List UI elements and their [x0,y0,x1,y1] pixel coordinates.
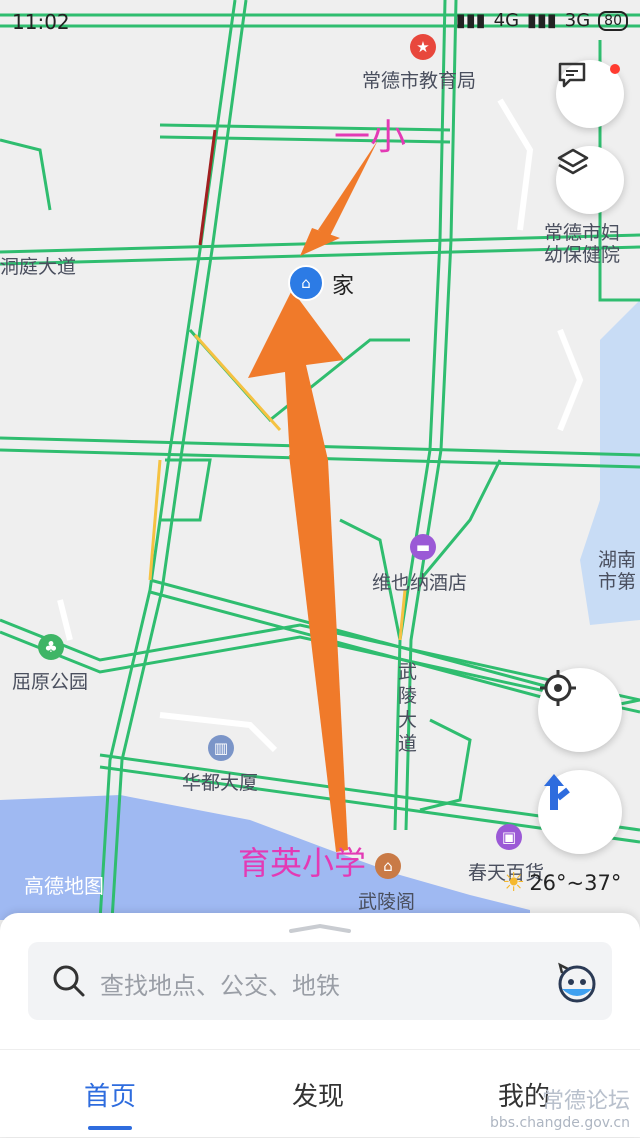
search-icon [53,965,85,997]
landmark-icon[interactable]: ⌂ [375,853,401,879]
chat-icon [558,62,586,88]
watermark-line2: bbs.changde.gov.cn [489,1115,630,1131]
notification-dot [610,64,620,74]
network-3g: 3G [564,10,591,31]
status-bar: 11:02 ▮▮▮ 4G ▮▮▮ 3G 80 [0,0,640,40]
tab-active-indicator [88,1126,132,1130]
signal-icon: ▮▮▮ [527,10,557,31]
poi-hunan-line2[interactable]: 市第 [598,567,636,594]
bottom-sheet[interactable]: 查找地点、公交、地铁 首页 发现 我的 常德论坛 bbs.changde.gov… [0,913,640,1137]
layers-icon [557,148,589,175]
signal-icon: ▮▮▮ [455,10,486,31]
poi-hotel[interactable]: 维也纳酒店 [372,568,467,595]
poi-huadu[interactable]: 华都大厦 [182,768,258,795]
road-label-wuling-4: 道 [398,733,418,755]
voice-assistant-icon[interactable] [554,959,600,1005]
building-icon[interactable]: ▥ [208,735,234,761]
tab-discover[interactable]: 发现 [292,1076,344,1113]
crosshair-icon [540,670,576,706]
message-button[interactable] [556,60,624,128]
app-logo: 高德地图 [24,874,104,898]
hotel-icon[interactable]: ▬ [410,534,436,560]
locate-button[interactable] [538,668,622,752]
search-bar[interactable]: 查找地点、公交、地铁 [28,942,612,1020]
home-icon[interactable]: ⌂ [288,265,324,301]
weather-temp: 26°~37° [529,871,622,895]
tree-icon[interactable]: ♣ [38,634,64,660]
sun-icon: ☀ [502,868,526,898]
road-label-wuling-2: 陵 [398,685,418,707]
tab-home[interactable]: 首页 [84,1076,136,1113]
status-time: 11:02 [12,10,70,34]
annotation-top: 一小 [334,117,407,158]
sheet-handle-icon[interactable] [287,923,353,933]
road-label-wuling-3: 大 [398,709,418,731]
poi-wulingge[interactable]: 武陵阁 [358,887,415,914]
road-label-wuling-1: 武 [398,661,418,683]
map-view[interactable]: 11:02 ▮▮▮ 4G ▮▮▮ 3G 80 ★ 常德市教育局 常德市妇 幼保健… [0,0,640,920]
shopping-icon[interactable]: ▣ [496,824,522,850]
poi-hospital-line2[interactable]: 幼保健院 [544,240,620,267]
layers-button[interactable] [556,146,624,214]
star-poi-icon[interactable]: ★ [410,34,436,60]
poi-edu-bureau[interactable]: 常德市教育局 [362,66,476,93]
annotation-bottom: 育英小学 [238,844,367,882]
route-arrow-icon [544,774,570,810]
watermark: 常德论坛 bbs.changde.gov.cn [490,1083,630,1131]
battery-indicator: 80 [598,10,628,31]
weather-widget[interactable]: ☀ 26°~37° [502,868,621,898]
network-4g: 4G [493,10,520,31]
poi-quyuan-park[interactable]: 屈原公园 [12,667,88,694]
road-label-dongting: 洞庭大道 [0,256,77,278]
route-button[interactable] [538,770,622,854]
watermark-line1: 常德论坛 [541,1089,630,1114]
search-placeholder: 查找地点、公交、地铁 [100,972,340,1000]
poi-home[interactable]: 家 [332,268,354,300]
